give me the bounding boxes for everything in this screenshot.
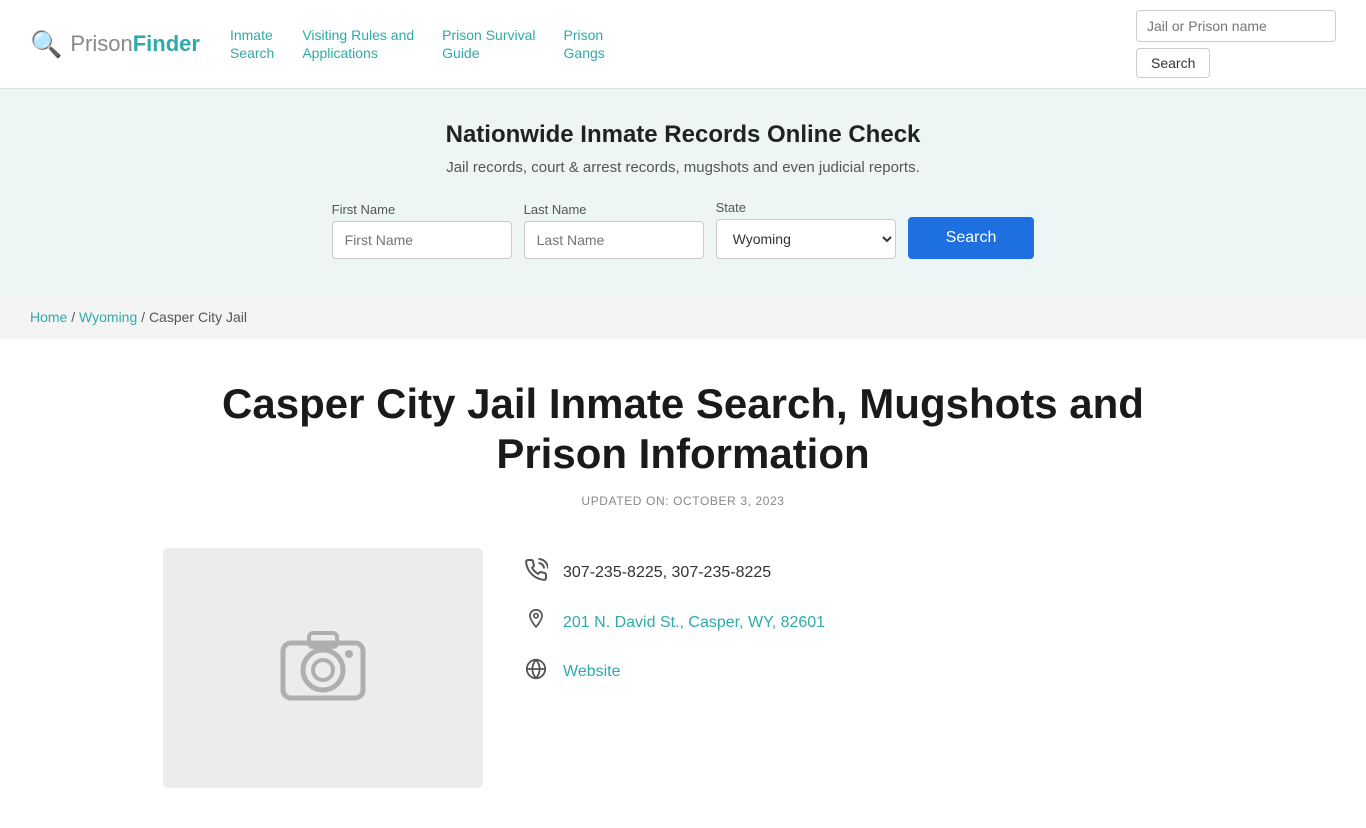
mugshot-placeholder — [163, 548, 483, 788]
state-label: State — [716, 200, 896, 215]
location-icon — [523, 608, 549, 638]
camera-icon — [273, 618, 373, 718]
header-search-form: Search — [1136, 10, 1336, 78]
breadcrumb-home[interactable]: Home — [30, 309, 67, 325]
header-search-input[interactable] — [1136, 10, 1336, 42]
nav-inmate-search[interactable]: InmateSearch — [230, 26, 274, 62]
info-details: 307-235-8225, 307-235-8225 201 N. David … — [523, 548, 825, 686]
address-link[interactable]: 201 N. David St., Casper, WY, 82601 — [563, 614, 825, 632]
state-select[interactable]: AlabamaAlaskaArizonaArkansasCaliforniaCo… — [716, 219, 896, 259]
logo-icon: 🔍 — [30, 29, 62, 60]
main-nav: InmateSearch Visiting Rules andApplicati… — [230, 26, 1106, 62]
breadcrumb: Home / Wyoming / Casper City Jail — [0, 295, 1366, 339]
last-name-label: Last Name — [524, 202, 704, 217]
nav-prison-gangs[interactable]: PrisonGangs — [564, 26, 605, 62]
first-name-group: First Name — [332, 202, 512, 259]
hero-search-button[interactable]: Search — [908, 217, 1035, 259]
logo-text: PrisonFinder — [70, 31, 200, 57]
last-name-group: Last Name — [524, 202, 704, 259]
phone-row: 307-235-8225, 307-235-8225 — [523, 558, 825, 588]
breadcrumb-current: Casper City Jail — [149, 309, 247, 325]
site-header: 🔍 PrisonFinder InmateSearch Visiting Rul… — [0, 0, 1366, 89]
info-section: 307-235-8225, 307-235-8225 201 N. David … — [163, 548, 1203, 788]
state-group: State AlabamaAlaskaArizonaArkansasCalifo… — [716, 200, 896, 259]
first-name-label: First Name — [332, 202, 512, 217]
nav-survival-guide[interactable]: Prison SurvivalGuide — [442, 26, 535, 62]
nav-visiting-rules[interactable]: Visiting Rules andApplications — [302, 26, 414, 62]
website-link[interactable]: Website — [563, 663, 621, 681]
first-name-input[interactable] — [332, 221, 512, 259]
logo[interactable]: 🔍 PrisonFinder — [30, 29, 200, 60]
breadcrumb-state[interactable]: Wyoming — [79, 309, 137, 325]
hero-title: Nationwide Inmate Records Online Check — [20, 121, 1346, 149]
main-content: Casper City Jail Inmate Search, Mugshots… — [133, 339, 1233, 828]
inmate-search-form: First Name Last Name State AlabamaAlaska… — [20, 200, 1346, 259]
globe-icon — [523, 658, 549, 686]
last-name-input[interactable] — [524, 221, 704, 259]
hero-subtitle: Jail records, court & arrest records, mu… — [20, 159, 1346, 176]
phone-number: 307-235-8225, 307-235-8225 — [563, 564, 771, 582]
page-title: Casper City Jail Inmate Search, Mugshots… — [163, 379, 1203, 480]
phone-icon — [523, 558, 549, 588]
website-row: Website — [523, 658, 825, 686]
header-search-button[interactable]: Search — [1136, 48, 1210, 78]
hero-section: Nationwide Inmate Records Online Check J… — [0, 89, 1366, 295]
updated-on: UPDATED ON: OCTOBER 3, 2023 — [163, 494, 1203, 508]
address-row: 201 N. David St., Casper, WY, 82601 — [523, 608, 825, 638]
